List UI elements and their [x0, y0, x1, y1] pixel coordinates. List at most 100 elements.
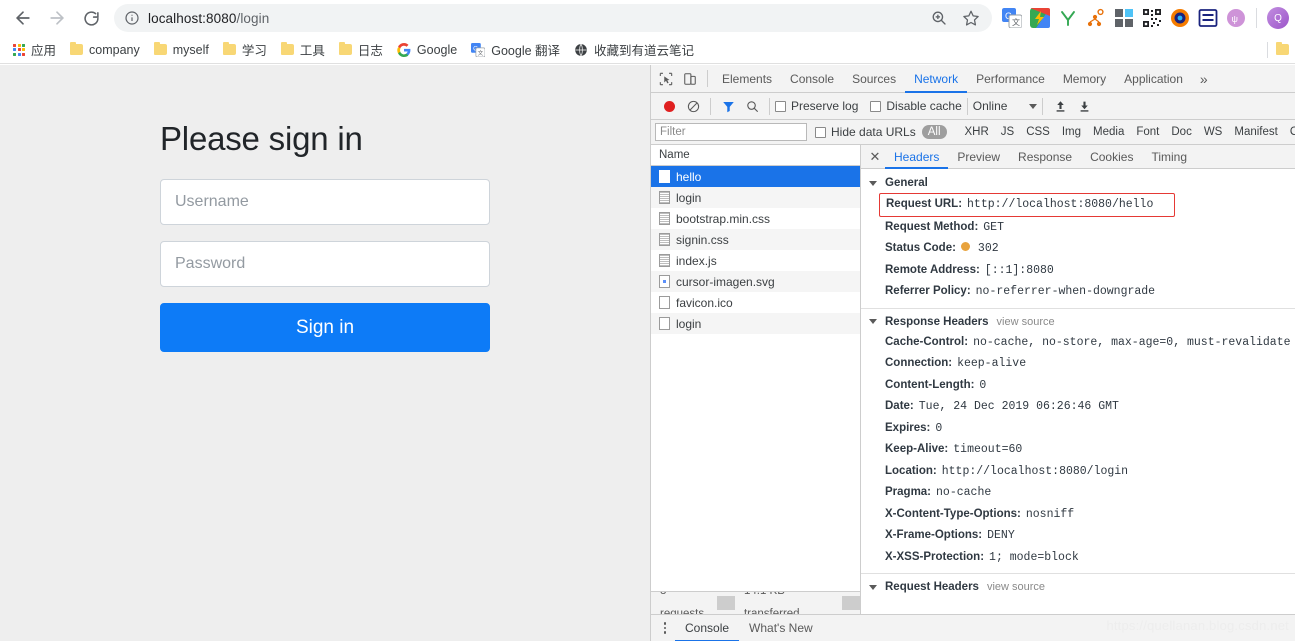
request-name: login [676, 191, 701, 205]
bookmark-item-youdao-note[interactable]: 收藏到有道云笔记 [567, 37, 701, 62]
type-filter-ws[interactable]: WS [1198, 125, 1229, 139]
bookmark-item-apps[interactable]: 应用 [6, 37, 63, 62]
section-header-response-headers[interactable]: Response Headers view source [861, 313, 1295, 332]
table-row[interactable]: favicon.ico [651, 292, 860, 313]
tab-performance[interactable]: Performance [967, 65, 1054, 93]
reload-button[interactable] [76, 3, 106, 33]
filter-input[interactable] [655, 123, 807, 141]
device-toggle-icon[interactable] [678, 67, 702, 91]
view-source-link[interactable]: view source [987, 581, 1045, 593]
throttling-select[interactable]: Online [973, 99, 1038, 113]
tab-headers[interactable]: Headers [885, 145, 948, 169]
tab-application[interactable]: Application [1115, 65, 1192, 93]
bookmark-item-logs[interactable]: 日志 [332, 37, 390, 62]
kebab-menu-icon[interactable] [655, 618, 675, 638]
avatar[interactable]: Q [1267, 7, 1289, 29]
inspect-cursor-icon[interactable] [654, 67, 678, 91]
zoom-magnifier-icon[interactable] [930, 9, 948, 27]
header-key: Location: [885, 464, 937, 480]
address-bar[interactable]: localhost:8080/login [114, 4, 992, 32]
tab-timing[interactable]: Timing [1142, 145, 1196, 169]
type-filter-other[interactable]: Other [1284, 125, 1295, 139]
info-circle-icon[interactable] [124, 10, 140, 26]
toolbar-divider-4 [1042, 98, 1043, 115]
signin-button[interactable]: Sign in [160, 303, 490, 352]
type-filter-js[interactable]: JS [995, 125, 1020, 139]
checkbox-box [775, 101, 786, 112]
more-panels-button[interactable]: » [1192, 71, 1216, 87]
table-row[interactable]: cursor-imagen.svg [651, 271, 860, 292]
colorful-arrow-extension-icon[interactable] [1030, 8, 1050, 28]
upload-arrow-icon [1054, 100, 1067, 113]
forward-button[interactable] [42, 3, 72, 33]
network-column-header-name[interactable]: Name [651, 145, 860, 166]
orange-circle-extension-icon[interactable] [1170, 8, 1190, 28]
export-har-button[interactable] [1072, 94, 1096, 118]
type-filter-media[interactable]: Media [1087, 125, 1130, 139]
details-tabbar: ✕ Headers Preview Response Cookies Timin… [861, 145, 1295, 169]
back-button[interactable] [8, 3, 38, 33]
bookmark-item-google-translate[interactable]: G文 Google 翻译 [464, 37, 567, 62]
request-name: hello [676, 170, 701, 184]
table-row[interactable]: login [651, 313, 860, 334]
image-file-icon [659, 275, 670, 288]
close-icon[interactable]: ✕ [865, 147, 885, 167]
mindmap-extension-icon[interactable] [1086, 8, 1106, 28]
notes-extension-icon[interactable] [1198, 8, 1218, 28]
tab-console[interactable]: Console [781, 65, 843, 93]
tabbar-divider [707, 70, 708, 87]
tab-memory[interactable]: Memory [1054, 65, 1115, 93]
table-row[interactable]: index.js [651, 250, 860, 271]
bookmark-item-tools[interactable]: 工具 [274, 37, 332, 62]
hide-data-urls-checkbox[interactable]: Hide data URLs [815, 125, 916, 139]
bookmark-item-myself[interactable]: myself [147, 40, 216, 60]
clear-button[interactable] [681, 94, 705, 118]
preserve-log-checkbox[interactable]: Preserve log [775, 99, 858, 113]
view-source-link[interactable]: view source [997, 316, 1055, 328]
youdao-y-extension-icon[interactable] [1058, 8, 1078, 28]
table-row[interactable]: signin.css [651, 229, 860, 250]
qrcode-extension-icon[interactable] [1142, 8, 1162, 28]
google-translate-extension-icon[interactable]: G文 [1002, 8, 1022, 28]
tab-cookies[interactable]: Cookies [1081, 145, 1142, 169]
headers-scroll-area[interactable]: General Request URL: http://localhost:80… [861, 169, 1295, 614]
squares-extension-icon[interactable] [1114, 8, 1134, 28]
username-input[interactable] [160, 179, 490, 225]
tab-network[interactable]: Network [905, 65, 967, 93]
type-filter-css[interactable]: CSS [1020, 125, 1056, 139]
drawer-tab-whats-new[interactable]: What's New [739, 615, 823, 641]
toolbar-divider-1 [710, 98, 711, 115]
tab-preview[interactable]: Preview [948, 145, 1009, 169]
header-row-location: Location: http://localhost:8080/login [861, 461, 1295, 483]
password-input[interactable] [160, 241, 490, 287]
table-row[interactable]: hello [651, 166, 860, 187]
star-icon[interactable] [962, 9, 980, 27]
bookmark-item-company[interactable]: company [63, 40, 147, 60]
tab-response[interactable]: Response [1009, 145, 1081, 169]
bookmark-item-google[interactable]: Google [390, 40, 464, 60]
section-header-general[interactable]: General [861, 174, 1295, 193]
table-row[interactable]: login [651, 187, 860, 208]
network-request-list: Name hello login bootstrap.min.css [651, 145, 861, 614]
tab-elements[interactable]: Elements [713, 65, 781, 93]
purple-circle-extension-icon[interactable]: ψ [1226, 8, 1246, 28]
type-filter-manifest[interactable]: Manifest [1228, 125, 1283, 139]
record-button[interactable] [657, 94, 681, 118]
search-button[interactable] [740, 94, 764, 118]
section-header-request-headers[interactable]: Request Headers view source [861, 578, 1295, 597]
type-filter-img[interactable]: Img [1056, 125, 1087, 139]
filter-toggle-button[interactable] [716, 94, 740, 118]
folder-icon [281, 44, 294, 55]
type-filter-doc[interactable]: Doc [1165, 125, 1197, 139]
type-filter-all[interactable]: All [922, 125, 947, 139]
table-row[interactable]: bootstrap.min.css [651, 208, 860, 229]
bookmark-item-study[interactable]: 学习 [216, 37, 274, 62]
type-filter-xhr[interactable]: XHR [959, 125, 995, 139]
network-toolbar: Preserve log Disable cache Online [651, 93, 1295, 120]
drawer-tab-console[interactable]: Console [675, 615, 739, 641]
disable-cache-checkbox[interactable]: Disable cache [870, 99, 961, 113]
tab-sources[interactable]: Sources [843, 65, 905, 93]
folder-icon[interactable] [1276, 44, 1289, 55]
import-har-button[interactable] [1048, 94, 1072, 118]
type-filter-font[interactable]: Font [1130, 125, 1165, 139]
